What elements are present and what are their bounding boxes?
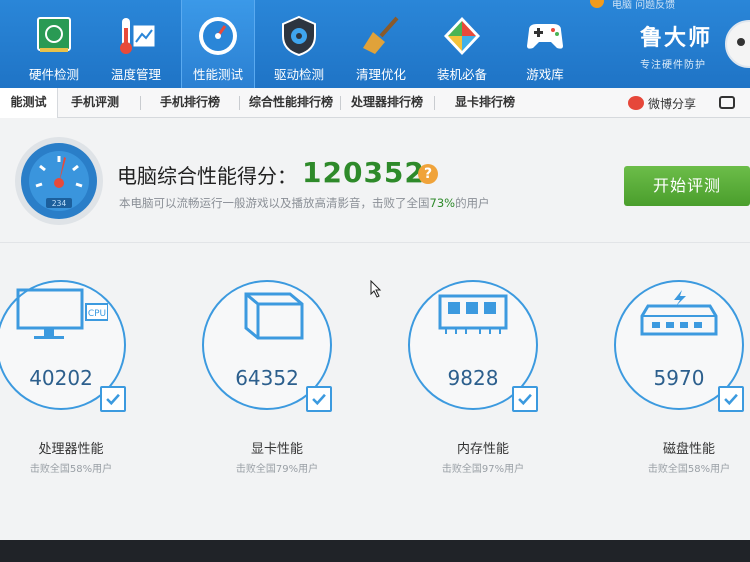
brand: 鲁大师 专注硬件防护 xyxy=(640,20,712,71)
score-title: 电脑综合性能得分： xyxy=(117,164,297,188)
nav-item-hardware[interactable]: 硬件检测 xyxy=(17,0,91,88)
mouse-cursor-icon xyxy=(370,280,382,298)
cpu-card[interactable]: CPU 40202 处理器性能 击败全国58%用户 xyxy=(0,280,176,480)
start-test-button[interactable]: 开始评测 xyxy=(624,166,750,206)
checkmark-icon xyxy=(512,386,538,412)
nav-item-temperature[interactable]: 温度管理 xyxy=(99,0,173,88)
section-divider xyxy=(0,242,750,243)
nav-item-driver[interactable]: 驱动检测 xyxy=(262,0,336,88)
gpu-rank: 击败全国79%用户 xyxy=(235,464,319,475)
help-icon[interactable]: ? xyxy=(418,164,438,184)
memory-card[interactable]: 9828 内存性能 击败全国97%用户 xyxy=(408,280,588,480)
tab-performance-test[interactable]: 能测试 xyxy=(0,88,58,118)
tab-cpu-ranking[interactable]: 处理器排行榜 xyxy=(344,88,430,118)
motherboard-icon xyxy=(37,17,71,52)
cpu-label: 处理器性能 xyxy=(38,442,104,457)
memory-label: 内存性能 xyxy=(456,442,509,457)
avatar-eye xyxy=(737,38,745,46)
hard-disk-icon xyxy=(640,290,718,336)
desc-prefix: 本电脑可以流畅运行一般游戏以及播放高清影音，击败了全国 xyxy=(119,196,430,210)
weibo-icon xyxy=(628,96,644,110)
top-links[interactable]: 电脑 问题反馈 xyxy=(612,0,675,11)
cpu-monitor-icon: CPU xyxy=(16,288,108,339)
nav-label: 驱动检测 xyxy=(273,67,324,82)
memory-chip-icon xyxy=(438,294,508,334)
nav-label: 清理优化 xyxy=(355,67,406,82)
memory-rank: 击败全国97%用户 xyxy=(441,464,525,475)
camera-icon[interactable] xyxy=(719,96,735,109)
score-description: 本电脑可以流畅运行一般游戏以及播放高清影音，击败了全国73%的用户 xyxy=(119,195,490,211)
nav-label: 装机必备 xyxy=(436,67,487,82)
performance-gauge-icon: 234 xyxy=(15,137,103,225)
monitor-bezel xyxy=(0,540,750,562)
nav-item-essentials[interactable]: 装机必备 xyxy=(425,0,499,88)
brand-name: 鲁大师 xyxy=(640,26,713,51)
nav-item-games[interactable]: 游戏库 xyxy=(508,0,582,88)
desc-percent: 73% xyxy=(429,196,456,210)
notification-dot[interactable] xyxy=(590,0,604,8)
share-label: 微博分享 xyxy=(648,97,697,111)
gear-shield-icon xyxy=(282,15,316,57)
tab-separator xyxy=(434,96,435,110)
nav-item-performance[interactable]: 性能测试 xyxy=(181,0,255,88)
cpu-rank: 击败全国58%用户 xyxy=(29,464,113,475)
tab-gpu-ranking[interactable]: 显卡排行榜 xyxy=(440,88,530,118)
tab-phone-review[interactable]: 手机评测 xyxy=(58,88,132,118)
app-window: 电脑 问题反馈 硬件检测 温度管理 性能测试 驱动检测 清理优化 装机必备 游戏… xyxy=(0,0,750,540)
checkmark-icon xyxy=(306,386,332,412)
mascot-avatar[interactable] xyxy=(725,20,750,68)
weibo-share-link[interactable]: 微博分享 xyxy=(628,95,696,112)
nav-item-cleanup[interactable]: 清理优化 xyxy=(344,0,418,88)
speedometer-icon xyxy=(199,17,237,55)
tab-separator xyxy=(340,96,341,110)
gpu-label: 显卡性能 xyxy=(250,442,303,457)
tab-separator xyxy=(239,96,240,110)
nav-label: 硬件检测 xyxy=(28,67,79,82)
checkmark-icon xyxy=(100,386,126,412)
checkmark-icon xyxy=(718,386,744,412)
nav-label: 游戏库 xyxy=(526,67,564,82)
brand-slogan: 专注硬件防护 xyxy=(640,60,706,71)
desc-suffix: 的用户 xyxy=(455,196,490,210)
overall-score: 120352 xyxy=(302,156,425,189)
disk-label: 磁盘性能 xyxy=(662,442,715,457)
tab-overall-ranking[interactable]: 综合性能排行榜 xyxy=(243,88,339,118)
gpu-card[interactable]: 64352 显卡性能 击败全国79%用户 xyxy=(202,280,382,480)
cube-icon xyxy=(444,17,480,55)
tab-phone-ranking[interactable]: 手机排行榜 xyxy=(148,88,232,118)
sub-tab-bar: 能测试 手机评测 手机排行榜 综合性能排行榜 处理器排行榜 显卡排行榜 微博分享 xyxy=(0,88,750,118)
nav-label: 温度管理 xyxy=(110,67,161,82)
tab-separator xyxy=(140,96,141,110)
cpu-chip-text: CPU xyxy=(88,309,106,319)
disk-rank: 击败全国58%用户 xyxy=(647,464,731,475)
gamepad-icon xyxy=(527,24,563,49)
broom-icon xyxy=(363,16,399,54)
thermometer-icon xyxy=(120,18,155,54)
graphics-cube-icon xyxy=(244,292,304,340)
gauge-readout: 234 xyxy=(52,199,67,208)
top-nav-bar: 电脑 问题反馈 硬件检测 温度管理 性能测试 驱动检测 清理优化 装机必备 游戏… xyxy=(0,0,750,88)
disk-card[interactable]: 5970 磁盘性能 击败全国58%用户 xyxy=(614,280,750,480)
nav-label: 性能测试 xyxy=(192,67,243,82)
